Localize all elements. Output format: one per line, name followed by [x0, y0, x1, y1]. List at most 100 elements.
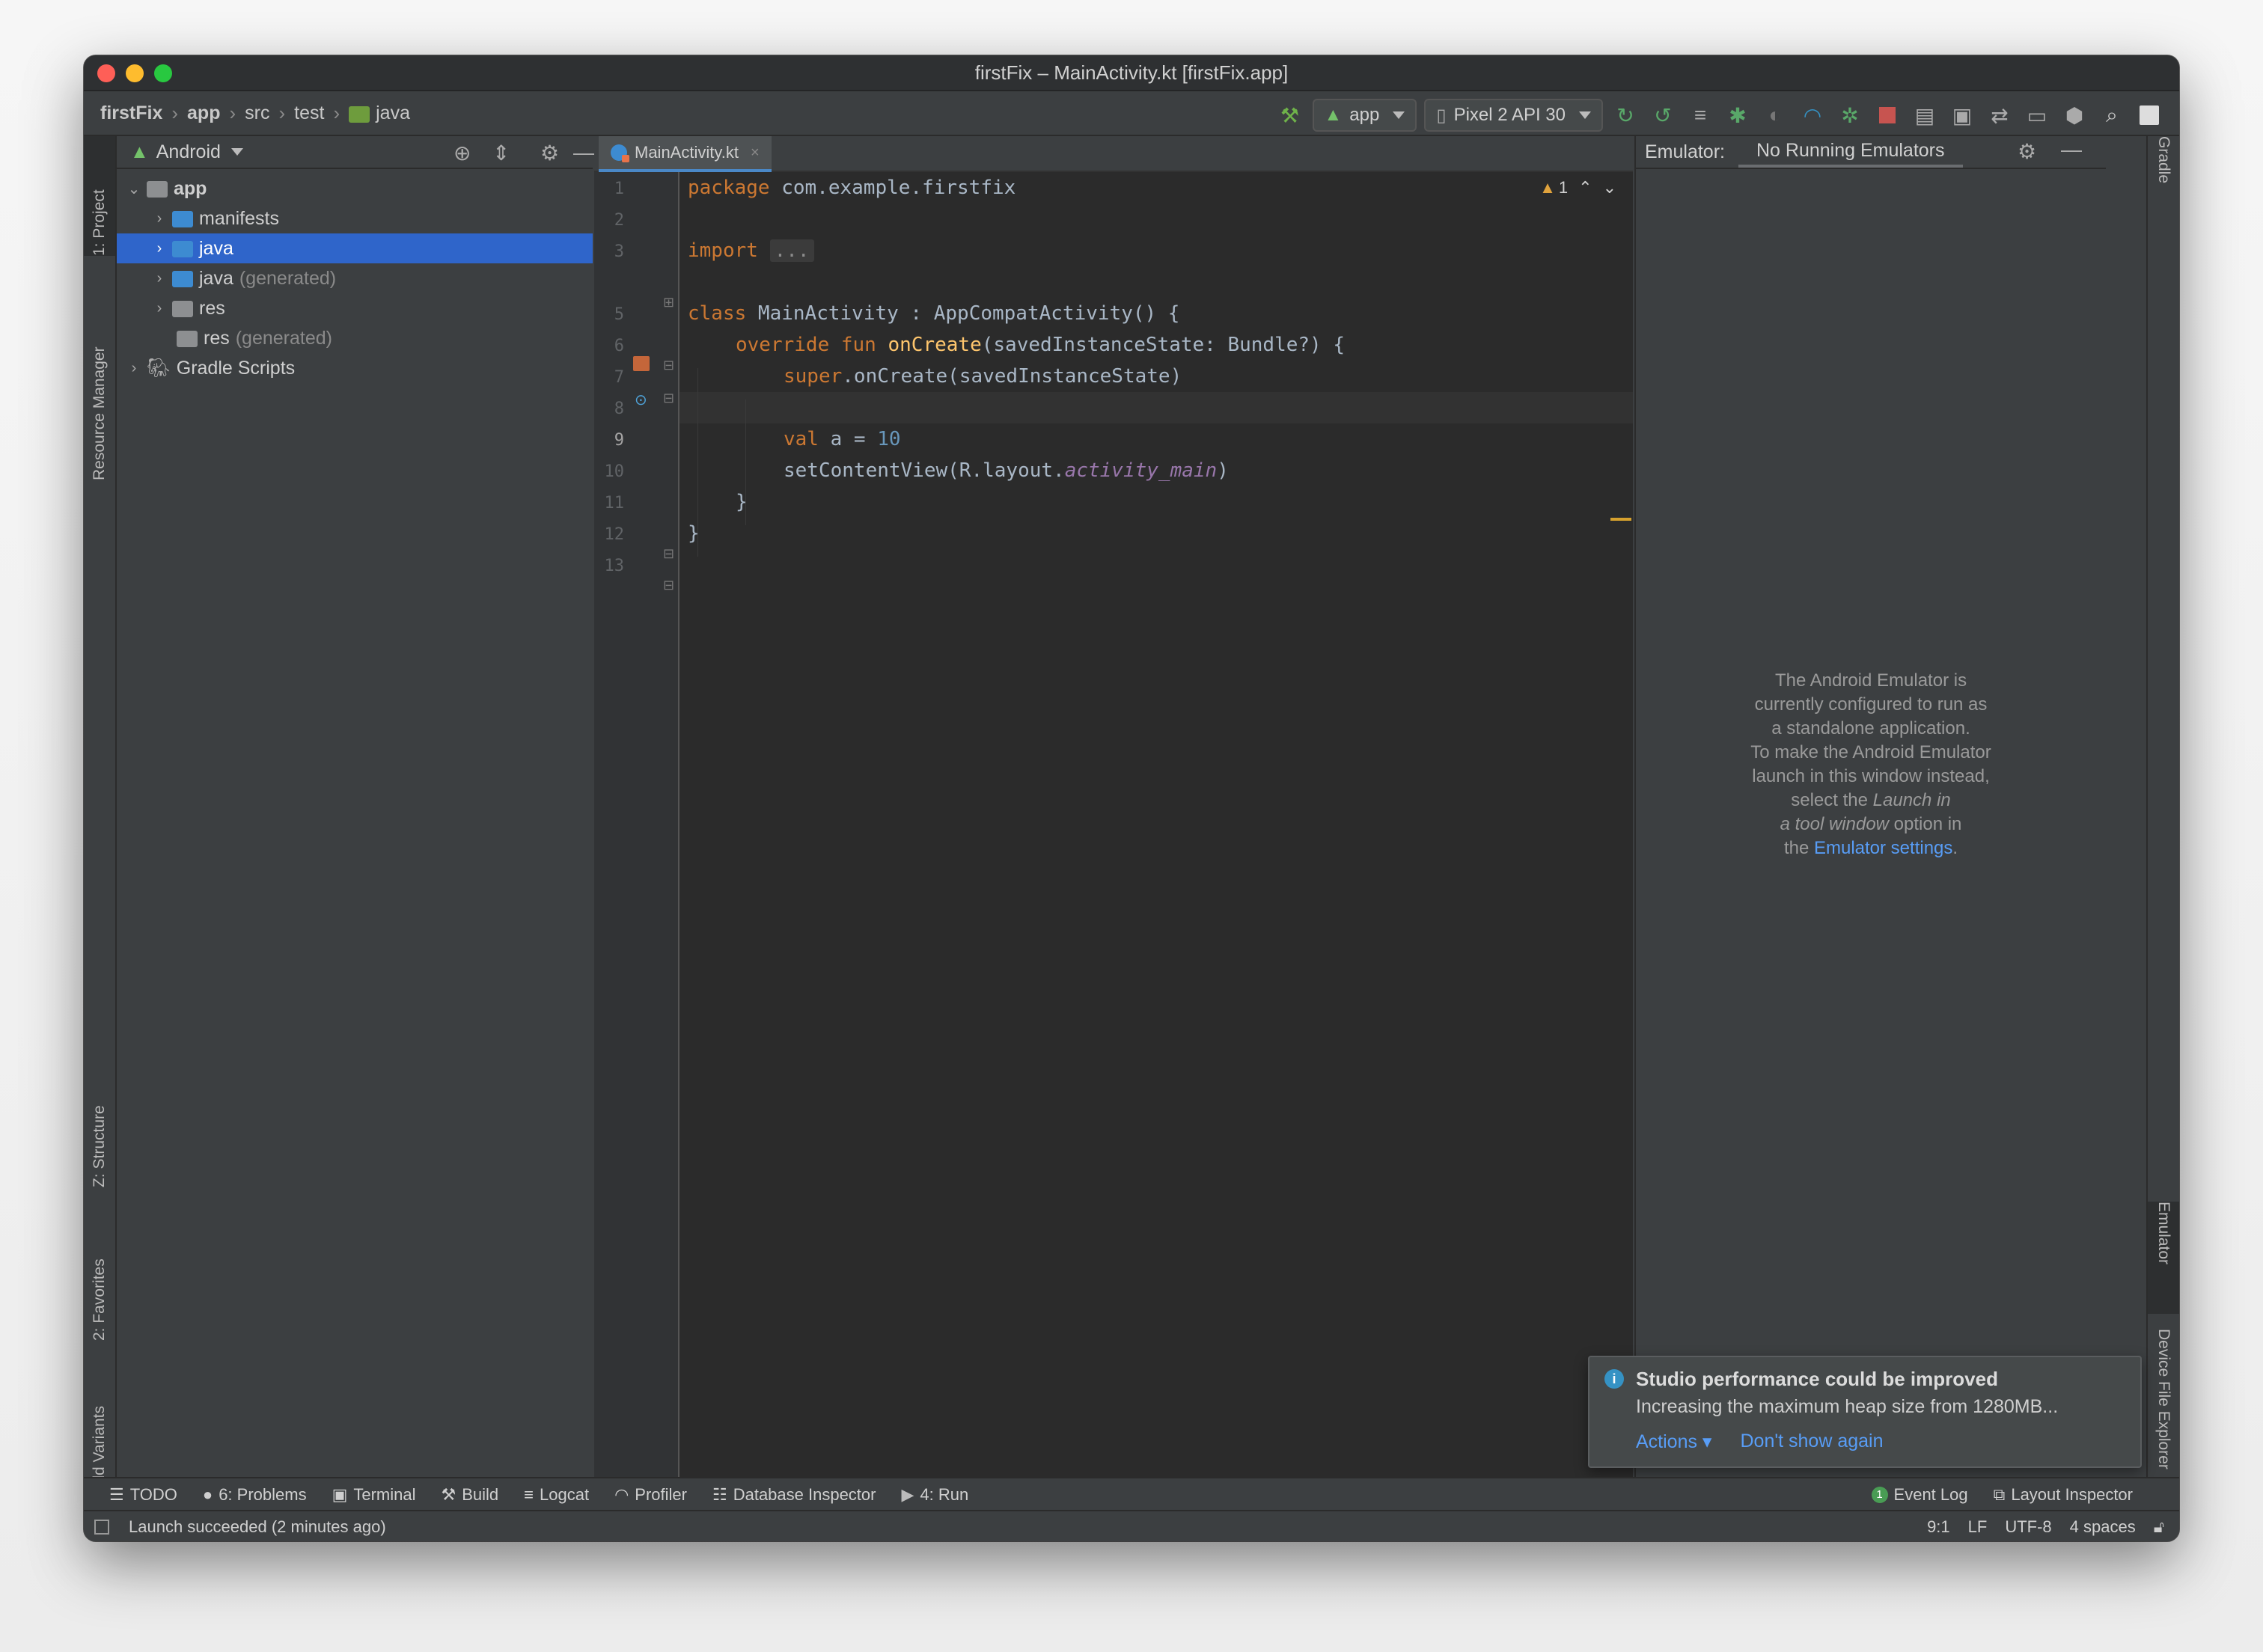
gear-icon[interactable]: ⚙ — [2018, 139, 2036, 164]
tree-item-gradle-scripts[interactable]: › 🐘︎ Gradle Scripts — [117, 353, 593, 383]
breadcrumb-app[interactable]: app — [187, 103, 220, 124]
project-view-select[interactable]: Android — [156, 141, 221, 163]
tree-item-java[interactable]: › java — [117, 233, 593, 263]
chevron-right-icon[interactable]: › — [151, 270, 168, 287]
run-gutter-icon[interactable] — [633, 356, 650, 371]
tab-emulator[interactable]: Emulator — [2148, 1202, 2179, 1314]
tree-item-java-generated[interactable]: › java (generated) — [117, 263, 593, 293]
chevron-down-icon[interactable]: ⌄ — [1603, 178, 1616, 198]
device-manager-icon[interactable]: ▭ — [2022, 100, 2052, 130]
apply-code-icon[interactable]: ≡ — [1685, 100, 1715, 130]
chevron-right-icon: › — [171, 102, 179, 124]
title-bar: firstFix – MainActivity.kt [firstFix.app… — [84, 55, 2179, 91]
tab-resource-manager[interactable]: Resource Manager — [84, 308, 115, 480]
tool-event-log[interactable]: 1 Event Log — [1871, 1485, 1968, 1505]
tab-gradle[interactable]: Gradle — [2148, 136, 2179, 226]
fold-icon[interactable]: ⊟ — [663, 546, 674, 562]
close-icon[interactable]: × — [751, 144, 760, 162]
dont-show-again-button[interactable]: Don't show again — [1740, 1431, 1883, 1453]
attach-icon[interactable]: ◠ — [1798, 100, 1827, 130]
tree-item-manifests[interactable]: › manifests — [117, 204, 593, 233]
search-icon[interactable]: ⌕ — [2097, 100, 2127, 130]
indent-setting[interactable]: 4 spaces — [2070, 1517, 2136, 1537]
chevron-right-icon[interactable]: › — [151, 240, 168, 257]
warning-stripe-marker[interactable] — [1610, 518, 1631, 521]
fold-icon[interactable]: ⊟ — [663, 578, 674, 593]
tree-item-app[interactable]: ⌄ app — [117, 174, 593, 204]
apply-changes-icon[interactable]: ↺ — [1648, 100, 1678, 130]
account-icon[interactable] — [2134, 100, 2164, 130]
code-line-6: class MainActivity : AppCompatActivity()… — [688, 302, 1180, 325]
tab-no-running-emulators[interactable]: No Running Emulators — [1738, 136, 1963, 168]
breadcrumb-firstfix[interactable]: firstFix — [100, 103, 162, 124]
debug-icon[interactable]: ✱ — [1723, 100, 1753, 130]
tab-structure[interactable]: Z: Structure — [84, 1060, 115, 1187]
inspection-widget[interactable]: ▲ 1 ⌃ ⌄ — [1539, 178, 1616, 198]
stop-icon[interactable] — [1872, 100, 1902, 130]
chevron-up-icon[interactable]: ⌃ — [1578, 178, 1592, 198]
tool-profiler[interactable]: ◠ Profiler — [614, 1485, 687, 1505]
emulator-settings-link[interactable]: Emulator settings — [1814, 838, 1952, 858]
fold-icon[interactable]: ⊟ — [663, 358, 674, 373]
status-message: Launch succeeded (2 minutes ago) — [129, 1517, 386, 1536]
resource-folder-icon — [177, 331, 198, 347]
attach-debugger-icon[interactable]: ✲ — [1835, 100, 1865, 130]
caret-position[interactable]: 9:1 — [1927, 1517, 1950, 1537]
code-line-13: } — [688, 522, 700, 545]
tab-mainactivity[interactable]: MainActivity.kt × — [599, 136, 772, 172]
actions-button[interactable]: Actions ▾ — [1636, 1431, 1711, 1453]
collapse-all-icon[interactable]: ⇕ — [492, 141, 510, 165]
tool-windows-icon[interactable] — [94, 1520, 109, 1535]
tab-project[interactable]: 1: Project — [84, 136, 115, 256]
hammer-icon: ⚒ — [441, 1485, 456, 1504]
chevron-right-icon[interactable]: › — [151, 210, 168, 227]
hammer-icon[interactable]: ⚒ — [1275, 100, 1305, 130]
tab-favorites[interactable]: 2: Favorites — [84, 1214, 115, 1341]
chevron-right-icon: › — [278, 102, 286, 124]
phone-icon: ▯ — [1436, 105, 1447, 126]
code-editor[interactable]: 1 2 3 5 6 7 8 9 10 11 12 13 ⊙ ⊟ ⊟ ⊞ ⊟ ⊟ … — [594, 172, 1633, 1477]
folder-icon — [172, 241, 193, 257]
tool-terminal[interactable]: ▣ Terminal — [332, 1485, 416, 1505]
tool-run[interactable]: ▶ 4: Run — [901, 1485, 968, 1505]
minimize-icon[interactable]: — — [573, 141, 594, 165]
chevron-down-icon[interactable] — [230, 148, 243, 156]
run-config-select[interactable]: ▲ app — [1312, 99, 1417, 132]
rerun-icon[interactable]: ↻ — [1610, 100, 1640, 130]
avd-icon[interactable]: ▣ — [1947, 100, 1977, 130]
locate-icon[interactable]: ⊕ — [453, 141, 471, 165]
device-select[interactable]: ▯ Pixel 2 API 30 — [1424, 99, 1603, 132]
navigation-bar: firstFix › app › src › test › java ⚒ ▲ a… — [84, 91, 2179, 136]
gear-icon[interactable]: ⚙ — [540, 141, 559, 165]
chevron-down-icon[interactable]: ⌄ — [126, 180, 142, 198]
tool-build[interactable]: ⚒ Build — [442, 1485, 499, 1505]
line-number: 12 — [604, 525, 625, 544]
fold-icon[interactable]: ⊞ — [663, 295, 674, 310]
tool-todo[interactable]: ☰ TODO — [109, 1485, 177, 1505]
chevron-right-icon[interactable]: › — [151, 300, 168, 317]
tool-logcat[interactable]: ≡ Logcat — [524, 1485, 589, 1505]
profile-icon[interactable]: ◐ — [1760, 100, 1790, 130]
breadcrumb-test[interactable]: test — [294, 103, 324, 124]
fold-icon[interactable]: ⊟ — [663, 391, 674, 406]
sync-icon[interactable]: ⇄ — [1985, 100, 2015, 130]
line-separator[interactable]: LF — [1968, 1517, 1988, 1537]
gradle-icon: 🐘︎ — [147, 357, 171, 379]
gradle-sync-icon[interactable]: ⬢ — [2059, 100, 2089, 130]
tree-item-res-generated[interactable]: res (generated) — [117, 323, 593, 353]
line-number: 8 — [614, 400, 624, 418]
breadcrumb-java[interactable]: java — [349, 103, 410, 124]
tool-database-inspector[interactable]: ☷ Database Inspector — [712, 1485, 876, 1505]
chevron-right-icon[interactable]: › — [126, 360, 142, 377]
tool-problems[interactable]: ● 6: Problems — [203, 1485, 307, 1505]
breadcrumb-src[interactable]: src — [245, 103, 269, 124]
override-gutter-icon[interactable]: ⊙ — [635, 391, 647, 409]
minimize-icon[interactable]: — — [2061, 138, 2082, 162]
status-bar: Launch succeeded (2 minutes ago) 9:1 LF … — [84, 1510, 2179, 1541]
tree-item-res[interactable]: › res — [117, 293, 593, 323]
line-number: 6 — [614, 337, 624, 355]
lock-icon[interactable]: 🔓︎ — [2154, 1517, 2164, 1537]
tool-layout-inspector[interactable]: ⧉ Layout Inspector — [1994, 1485, 2133, 1505]
file-encoding[interactable]: UTF-8 — [2005, 1517, 2051, 1537]
sdk-manager-icon[interactable]: ▤ — [1910, 100, 1940, 130]
